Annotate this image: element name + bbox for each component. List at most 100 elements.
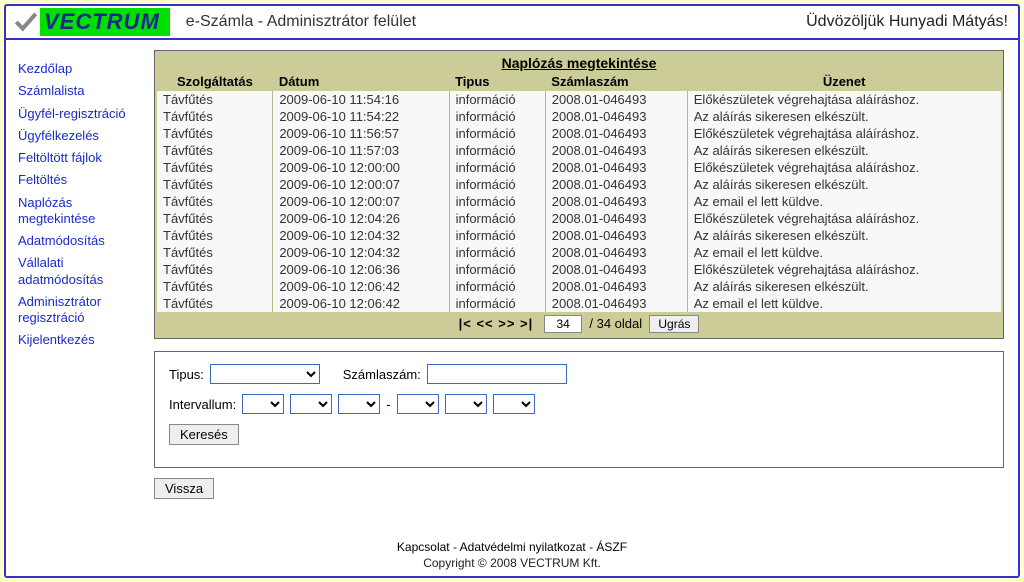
footer-link-contact[interactable]: Kapcsolat <box>397 540 450 554</box>
table-row: Távfűtés2009-06-10 11:57:03információ200… <box>157 142 1001 159</box>
table-cell: Előkészületek végrehajtása aláíráshoz. <box>687 159 1001 176</box>
footer-link-terms[interactable]: ÁSZF <box>596 540 627 554</box>
table-cell: Távfűtés <box>157 244 273 261</box>
search-button[interactable]: Keresés <box>169 424 239 445</box>
table-cell: információ <box>449 176 545 193</box>
table-cell: információ <box>449 125 545 142</box>
table-cell: 2008.01-046493 <box>545 159 687 176</box>
table-row: Távfűtés2009-06-10 12:04:26információ200… <box>157 210 1001 227</box>
filter-to-month[interactable] <box>445 394 487 414</box>
page-title: e-Számla - Adminisztrátor felület <box>186 13 416 31</box>
filter-from-month[interactable] <box>290 394 332 414</box>
sidebar-item-home[interactable]: Kezdőlap <box>18 58 148 80</box>
sidebar-item-uploaded[interactable]: Feltöltött fájlok <box>18 147 148 169</box>
table-cell: 2008.01-046493 <box>545 142 687 159</box>
table-row: Távfűtés2009-06-10 11:54:16információ200… <box>157 91 1001 108</box>
filter-panel: Tipus: Számlaszám: Intervallum: - <box>154 351 1004 468</box>
table-cell: 2008.01-046493 <box>545 125 687 142</box>
table-cell: információ <box>449 278 545 295</box>
table-cell: 2009-06-10 11:57:03 <box>273 142 449 159</box>
table-cell: Előkészületek végrehajtása aláíráshoz. <box>687 261 1001 278</box>
col-date: Dátum <box>273 72 449 91</box>
filter-type-select[interactable] <box>210 364 320 384</box>
filter-from-year[interactable] <box>242 394 284 414</box>
pager: |< << >> >| / 34 oldal Ugrás <box>157 312 1001 336</box>
sidebar-item-logview[interactable]: Naplózás megtekintése <box>18 192 148 231</box>
body: Kezdőlap Számlalista Ügyfél-regisztráció… <box>6 40 1018 536</box>
table-cell: Távfűtés <box>157 142 273 159</box>
table-cell: Az email el lett küldve. <box>687 244 1001 261</box>
table-cell: 2009-06-10 12:04:32 <box>273 227 449 244</box>
table-cell: információ <box>449 261 545 278</box>
table-cell: információ <box>449 91 545 108</box>
filter-to-day[interactable] <box>493 394 535 414</box>
sidebar-item-client-mgmt[interactable]: Ügyfélkezelés <box>18 125 148 147</box>
filter-to-year[interactable] <box>397 394 439 414</box>
table-cell: Távfűtés <box>157 193 273 210</box>
sidebar-item-invoices[interactable]: Számlalista <box>18 80 148 102</box>
table-cell: 2009-06-10 11:56:57 <box>273 125 449 142</box>
col-service: Szolgáltatás <box>157 72 273 91</box>
table-cell: Távfűtés <box>157 295 273 312</box>
sidebar-item-adminreg[interactable]: Adminisztrátor regisztráció <box>18 291 148 330</box>
checkmark-icon <box>12 8 40 36</box>
header: VECTRUM e-Számla - Adminisztrátor felüle… <box>6 6 1018 40</box>
table-cell: 2009-06-10 12:00:07 <box>273 176 449 193</box>
back-button[interactable]: Vissza <box>154 478 214 499</box>
table-cell: információ <box>449 295 545 312</box>
table-row: Távfűtés2009-06-10 11:56:57információ200… <box>157 125 1001 142</box>
table-row: Távfűtés2009-06-10 12:00:07információ200… <box>157 193 1001 210</box>
table-row: Távfűtés2009-06-10 12:00:07információ200… <box>157 176 1001 193</box>
panel-title: Naplózás megtekintése <box>157 53 1001 72</box>
table-cell: 2008.01-046493 <box>545 295 687 312</box>
table-cell: 2008.01-046493 <box>545 91 687 108</box>
table-cell: 2009-06-10 12:06:42 <box>273 278 449 295</box>
table-cell: Távfűtés <box>157 108 273 125</box>
table-row: Távfűtés2009-06-10 11:54:22információ200… <box>157 108 1001 125</box>
footer-link-privacy[interactable]: Adatvédelmi nyilatkozat <box>460 540 586 554</box>
table-cell: 2008.01-046493 <box>545 244 687 261</box>
table-cell: információ <box>449 193 545 210</box>
pager-nav[interactable]: |< << >> >| <box>459 316 534 331</box>
welcome-text: Üdvözöljük Hunyadi Mátyás! <box>806 13 1012 31</box>
sidebar-item-upload[interactable]: Feltöltés <box>18 169 148 191</box>
sidebar-item-client-reg[interactable]: Ügyfél-regisztráció <box>18 103 148 125</box>
filter-from-day[interactable] <box>338 394 380 414</box>
filter-type-label: Tipus: <box>169 367 204 382</box>
sidebar-item-logout[interactable]: Kijelentkezés <box>18 329 148 351</box>
table-cell: 2008.01-046493 <box>545 193 687 210</box>
table-cell: információ <box>449 227 545 244</box>
table-cell: információ <box>449 210 545 227</box>
table-cell: 2009-06-10 12:04:32 <box>273 244 449 261</box>
table-cell: 2009-06-10 12:04:26 <box>273 210 449 227</box>
pager-page-input[interactable] <box>544 315 582 333</box>
log-table: Szolgáltatás Dátum Tipus Számlaszám Üzen… <box>157 72 1001 312</box>
log-panel: Naplózás megtekintése Szolgáltatás Dátum… <box>154 50 1004 339</box>
table-cell: információ <box>449 159 545 176</box>
sidebar-item-companymod[interactable]: Vállalati adatmódosítás <box>18 252 148 291</box>
footer: Kapcsolat - Adatvédelmi nyilatkozat - ÁS… <box>6 536 1018 576</box>
table-cell: Távfűtés <box>157 176 273 193</box>
pager-go-button[interactable]: Ugrás <box>649 315 699 333</box>
table-cell: 2009-06-10 12:00:07 <box>273 193 449 210</box>
sidebar-item-datamod[interactable]: Adatmódosítás <box>18 230 148 252</box>
col-invoice: Számlaszám <box>545 72 687 91</box>
table-cell: Távfűtés <box>157 159 273 176</box>
table-row: Távfűtés2009-06-10 12:04:32információ200… <box>157 244 1001 261</box>
table-row: Távfűtés2009-06-10 12:00:00információ200… <box>157 159 1001 176</box>
table-cell: Az email el lett küldve. <box>687 295 1001 312</box>
table-cell: 2008.01-046493 <box>545 176 687 193</box>
pager-page-total: / 34 oldal <box>589 316 642 331</box>
table-cell: Az email el lett küldve. <box>687 193 1001 210</box>
table-cell: Távfűtés <box>157 91 273 108</box>
table-cell: 2009-06-10 11:54:22 <box>273 108 449 125</box>
table-cell: Előkészületek végrehajtása aláíráshoz. <box>687 91 1001 108</box>
table-cell: információ <box>449 108 545 125</box>
table-cell: 2009-06-10 12:06:42 <box>273 295 449 312</box>
col-message: Üzenet <box>687 72 1001 91</box>
filter-invoice-label: Számlaszám: <box>343 367 421 382</box>
filter-invoice-input[interactable] <box>427 364 567 384</box>
table-cell: 2008.01-046493 <box>545 227 687 244</box>
table-cell: Távfűtés <box>157 261 273 278</box>
table-cell: Távfűtés <box>157 227 273 244</box>
